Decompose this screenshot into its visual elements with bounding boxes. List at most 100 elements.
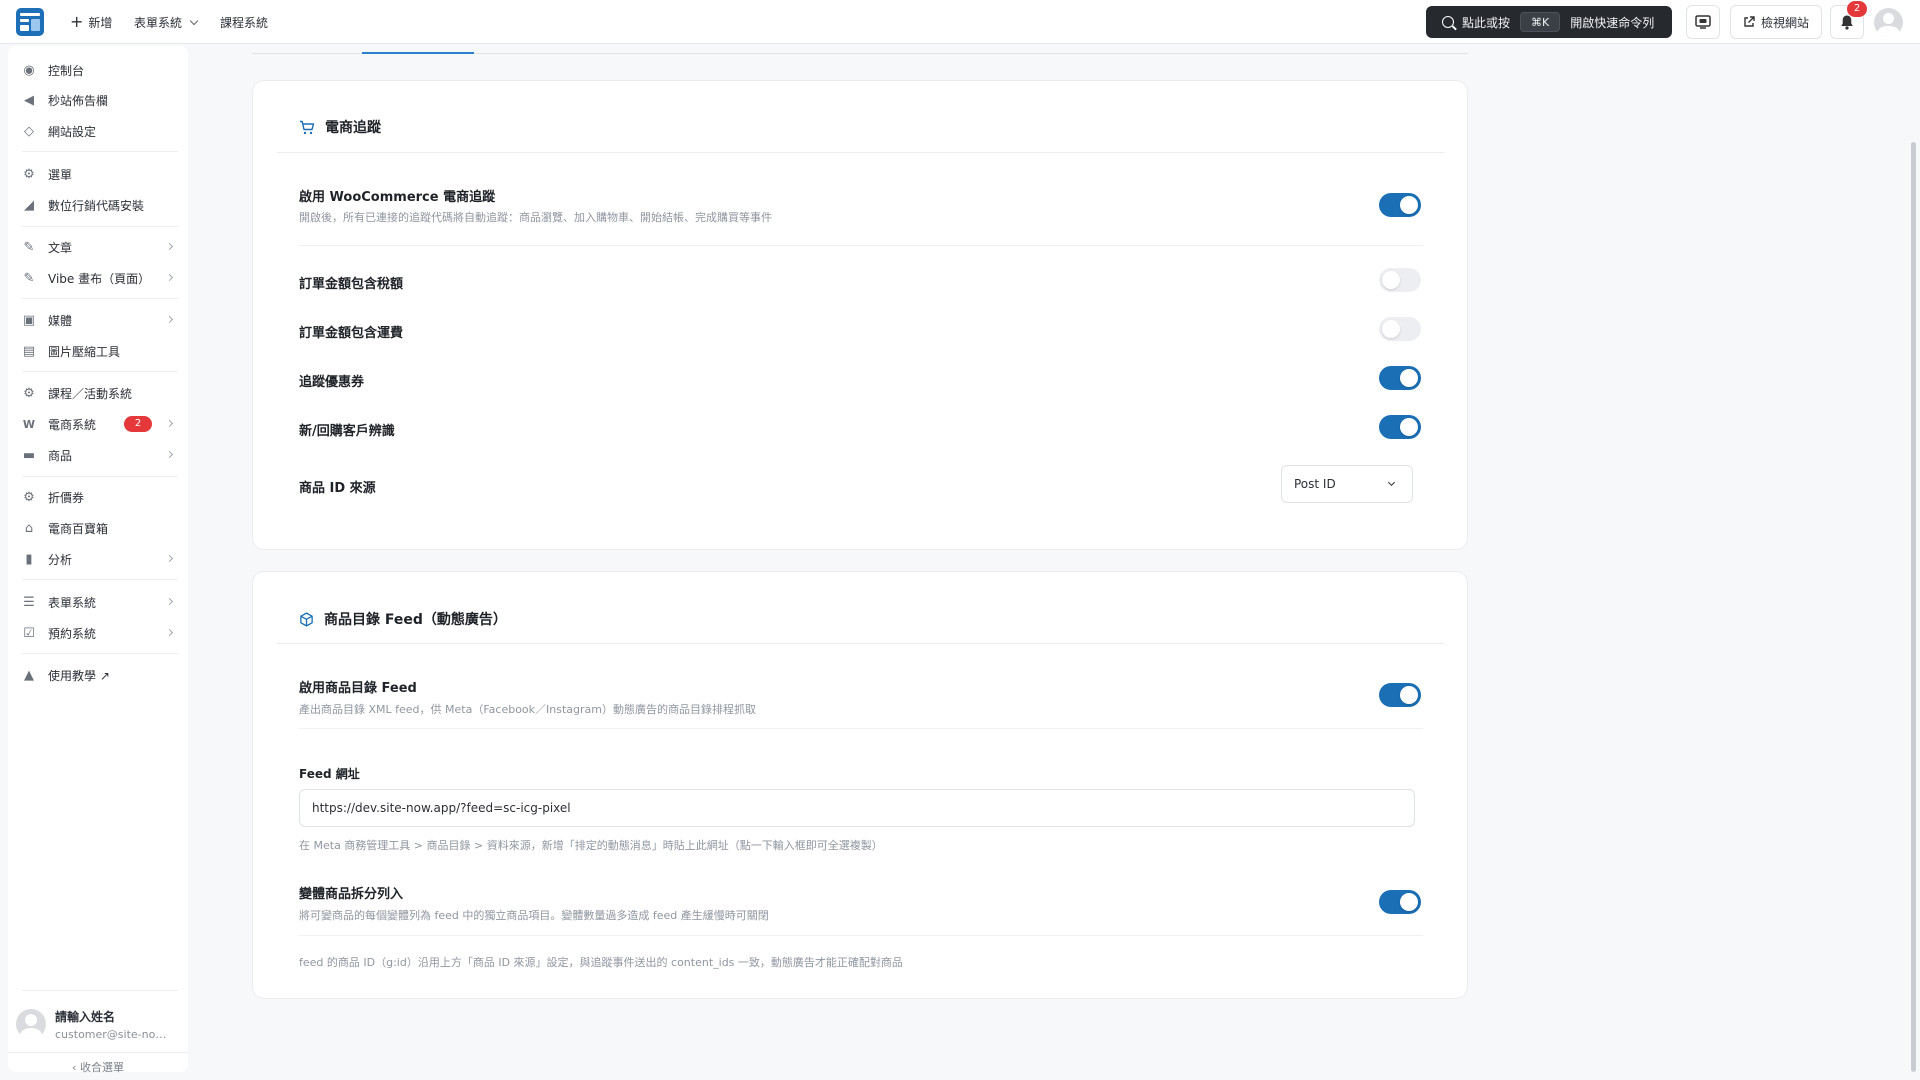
external-link-icon xyxy=(1744,16,1755,27)
track-coupon-toggle[interactable] xyxy=(1379,366,1421,390)
card-divider xyxy=(277,152,1445,153)
cart-icon xyxy=(300,120,315,134)
chevron-right-icon xyxy=(165,273,174,282)
search-icon xyxy=(1442,16,1454,28)
sidebar-item-ecommerce-toolbox[interactable]: ⌂ 電商百寶箱 xyxy=(22,516,178,540)
diamond-icon: ◇ xyxy=(24,123,34,139)
sidebar-divider xyxy=(22,371,178,372)
sidebar-item-image-compress[interactable]: ▤ 圖片壓縮工具 xyxy=(22,339,178,363)
row-divider xyxy=(299,245,1423,246)
feed-footnote: feed 的商品 ID（g:id）沿用上方「商品 ID 來源」設定，與追蹤事件送… xyxy=(299,956,903,969)
include-tax-label: 訂單金額包含稅額 xyxy=(299,277,404,292)
sidebar-item-menus[interactable]: ⚙ 選單 xyxy=(22,162,178,186)
active-tab-indicator xyxy=(362,52,474,54)
enable-feed-desc: 產出商品目錄 XML feed，供 Meta（Facebook／Instagra… xyxy=(299,703,756,716)
split-variations-label: 變體商品拆分列入 xyxy=(299,887,404,902)
product-id-source-select[interactable]: Post ID xyxy=(1281,465,1413,503)
sidebar-item-forms[interactable]: ☰ 表單系統 xyxy=(22,590,178,614)
sidebar-item-site-settings[interactable]: ◇ 網站設定 xyxy=(22,119,178,143)
sidebar-item-tutorials[interactable]: ▲ 使用教學 ↗ xyxy=(22,663,178,687)
chevron-right-icon xyxy=(165,450,174,459)
sidebar-divider xyxy=(22,653,178,654)
sidebar-divider xyxy=(22,226,178,227)
chevron-right-icon xyxy=(165,628,174,637)
sidebar-item-posts[interactable]: ✎ 文章 xyxy=(22,235,178,259)
sidebar: ◉ 控制台 ◀ 秒站佈告欄 ◇ 網站設定 ⚙ 選單 ◢ 數位行銷代碼安裝 ✎ 文… xyxy=(8,46,188,1074)
collapse-menu-button[interactable]: ‹ 收合選單 xyxy=(8,1052,188,1074)
sidebar-divider xyxy=(22,476,178,477)
chevron-right-icon xyxy=(165,554,174,563)
product-id-source-label: 商品 ID 來源 xyxy=(299,481,376,496)
sidebar-item-ecommerce[interactable]: W 電商系統 2 xyxy=(22,412,178,436)
site-logo[interactable] xyxy=(16,8,44,36)
command-palette-button[interactable]: 點此或按 ⌘K 開啟快速命令列 xyxy=(1426,6,1672,38)
card-title: 商品目錄 Feed（動態廣告） xyxy=(299,609,507,629)
sidebar-divider xyxy=(22,579,178,580)
ecommerce-tracking-card: 電商追蹤 啟用 WooCommerce 電商追蹤 開啟後，所有已連接的追蹤代碼將… xyxy=(252,80,1468,550)
enable-tracking-label: 啟用 WooCommerce 電商追蹤 xyxy=(299,190,496,205)
plus-icon: + xyxy=(70,12,84,31)
avatar xyxy=(16,1009,46,1039)
product-feed-card: 商品目錄 Feed（動態廣告） 啟用商品目錄 Feed 產出商品目錄 XML f… xyxy=(252,571,1468,999)
sidebar-item-dashboard[interactable]: ◉ 控制台 xyxy=(22,58,178,82)
chart-icon: ◢ xyxy=(24,197,34,213)
woo-icon: W xyxy=(22,417,36,431)
sidebar-item-booking[interactable]: ☑ 預約系統 xyxy=(22,621,178,645)
sidebar-item-vibe-canvas[interactable]: ✎ Vibe 畫布（頁面） xyxy=(22,266,178,290)
split-variations-toggle[interactable] xyxy=(1379,890,1421,914)
sidebar-item-announcements[interactable]: ◀ 秒站佈告欄 xyxy=(22,88,178,112)
new-button[interactable]: + 新增 xyxy=(70,13,112,31)
chevron-right-icon xyxy=(165,597,174,606)
pin-icon: ✎ xyxy=(23,270,35,286)
sidebar-item-marketing-code[interactable]: ◢ 數位行銷代碼安裝 xyxy=(22,193,178,217)
row-divider xyxy=(299,728,1423,729)
forms-menu[interactable]: 表單系統 xyxy=(134,13,199,31)
form-icon: ☰ xyxy=(23,594,35,610)
avatar[interactable] xyxy=(1874,8,1903,37)
customer-type-toggle[interactable] xyxy=(1379,415,1421,439)
package-icon xyxy=(300,611,313,627)
pin-icon: ✎ xyxy=(23,239,35,255)
chevron-down-icon xyxy=(1387,478,1396,487)
gear-icon: ⚙ xyxy=(23,385,35,401)
feed-url-hint: 在 Meta 商務管理工具 > 商品目錄 > 資料來源，新增「排定的動態消息」時… xyxy=(299,839,883,852)
card-title: 電商追蹤 xyxy=(299,117,381,137)
chevron-right-icon xyxy=(165,419,174,428)
ecommerce-badge: 2 xyxy=(124,416,152,432)
sidebar-divider xyxy=(22,990,178,991)
row-divider xyxy=(299,935,1423,936)
split-variations-desc: 將可變商品的每個變體列為 feed 中的獨立商品項目。變體數量過多造成 feed… xyxy=(299,909,769,922)
sidebar-item-courses[interactable]: ⚙ 課程／活動系統 xyxy=(22,381,178,405)
chevron-left-icon: ‹ xyxy=(72,1061,77,1074)
enable-tracking-toggle[interactable] xyxy=(1379,193,1421,217)
view-site-button[interactable]: 檢視網站 xyxy=(1730,5,1822,39)
enable-feed-toggle[interactable] xyxy=(1379,683,1421,707)
gear-icon: ⚙ xyxy=(23,489,35,505)
customer-type-label: 新/回購客戶辨識 xyxy=(299,424,395,439)
dashboard-icon: ◉ xyxy=(23,62,35,78)
feed-url-label: Feed 網址 xyxy=(299,767,360,781)
courses-link[interactable]: 課程系統 xyxy=(220,13,268,31)
include-shipping-label: 訂單金額包含運費 xyxy=(299,326,404,341)
store-icon: ⌂ xyxy=(24,520,34,536)
include-tax-toggle[interactable] xyxy=(1379,268,1421,292)
chevron-right-icon xyxy=(165,242,174,251)
user-email: customer@site-now.app xyxy=(55,1027,173,1041)
sidebar-item-analytics[interactable]: ▮ 分析 xyxy=(22,547,178,571)
enable-tracking-desc: 開啟後，所有已連接的追蹤代碼將自動追蹤：商品瀏覽、加入購物車、開始結帳、完成購買… xyxy=(299,211,772,224)
box-icon: ▬ xyxy=(22,447,36,463)
feed-url-input[interactable] xyxy=(299,789,1415,827)
screen-preview-button[interactable] xyxy=(1686,5,1720,39)
scrollbar-thumb[interactable] xyxy=(1911,142,1916,1072)
user-name: 請輸入姓名 xyxy=(55,1009,116,1024)
enable-feed-label: 啟用商品目錄 Feed xyxy=(299,681,417,696)
track-coupon-label: 追蹤優惠券 xyxy=(299,375,365,390)
chevron-right-icon xyxy=(165,315,174,324)
include-shipping-toggle[interactable] xyxy=(1379,317,1421,341)
sidebar-item-media[interactable]: ▣ 媒體 xyxy=(22,308,178,332)
sidebar-item-coupons[interactable]: ⚙ 折價券 xyxy=(22,485,178,509)
chevron-down-icon xyxy=(189,16,199,25)
monitor-icon xyxy=(1695,15,1711,29)
sidebar-item-products[interactable]: ▬ 商品 xyxy=(22,443,178,467)
user-profile[interactable]: 請輸入姓名 customer@site-now.app xyxy=(16,1004,188,1044)
